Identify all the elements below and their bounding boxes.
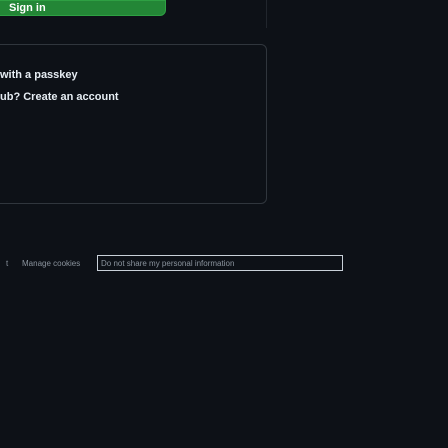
do-not-share-personal-info-link[interactable]: Do not share my personal information bbox=[97, 255, 343, 271]
do-not-share-label: Do not share my personal information bbox=[101, 258, 235, 268]
sign-in-label: Sign in bbox=[9, 2, 46, 14]
divider bbox=[266, 0, 267, 28]
footer: t Manage cookies Do not share my persona… bbox=[0, 254, 448, 276]
sign-in-with-passkey-link[interactable]: with a passkey bbox=[0, 69, 78, 81]
footer-item-truncated[interactable]: t bbox=[6, 259, 8, 268]
manage-cookies-link[interactable]: Manage cookies bbox=[22, 259, 80, 268]
sign-in-button[interactable]: Sign in bbox=[0, 0, 166, 16]
new-account-question: ub? bbox=[0, 91, 21, 103]
new-account-row: ub? Create an account bbox=[0, 91, 119, 103]
passkey-label: with a passkey bbox=[0, 69, 78, 81]
page: Sign in with a passkey ub? Create an acc… bbox=[0, 0, 448, 448]
create-account-link[interactable]: Create an account bbox=[23, 91, 118, 103]
login-options-box bbox=[0, 44, 267, 204]
